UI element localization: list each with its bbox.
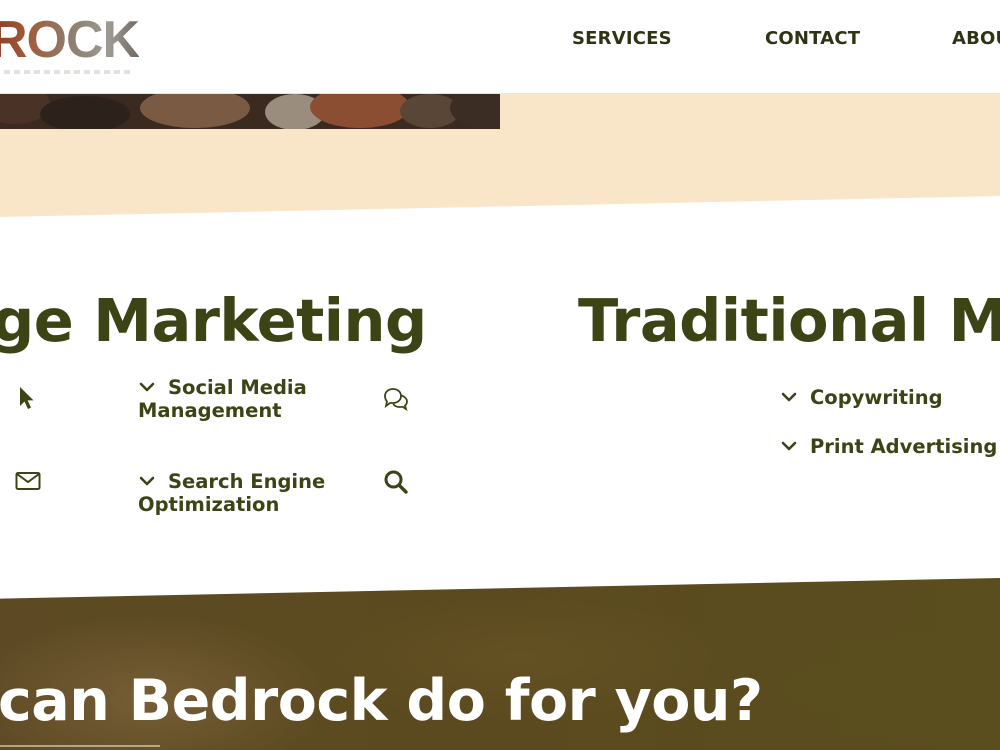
site-logo[interactable]: ROCK (0, 10, 150, 80)
service-item-social-media[interactable]: Social Media Management (138, 376, 358, 422)
mail-icon (15, 471, 41, 491)
logo-text: ROCK (0, 10, 140, 70)
service-item-label: Print Advertising (810, 435, 998, 458)
chevron-down-icon (138, 472, 156, 490)
service-item-label: Copywriting (810, 386, 943, 409)
chevron-down-icon (138, 378, 156, 396)
service-item-print-advertising[interactable]: Print Advertising (780, 435, 1000, 458)
nav-services-link[interactable]: SERVICES (572, 28, 672, 49)
hero-rock-image (0, 94, 500, 129)
chevron-down-icon (780, 388, 798, 406)
service-item-label: Search Engine Optimization (138, 470, 326, 516)
search-icon (383, 469, 409, 495)
traditional-marketing-heading: Traditional Ma (578, 286, 1000, 355)
digital-marketing-heading: ge Marketing (0, 286, 427, 355)
service-item-seo[interactable]: Search Engine Optimization (138, 470, 358, 516)
site-header: ROCK SERVICES CONTACT ABOU (0, 0, 1000, 94)
chat-icon (382, 387, 410, 411)
logo-tagline (4, 70, 134, 74)
cursor-icon (18, 386, 36, 412)
chevron-down-icon (780, 437, 798, 455)
cta-heading: can Bedrock do for you? (0, 668, 763, 734)
service-item-label: Social Media Management (138, 376, 307, 422)
nav-contact-link[interactable]: CONTACT (765, 28, 860, 49)
cta-underline-divider (0, 745, 160, 747)
service-item-copywriting[interactable]: Copywriting (780, 386, 1000, 409)
nav-about-link[interactable]: ABOU (952, 28, 1000, 49)
